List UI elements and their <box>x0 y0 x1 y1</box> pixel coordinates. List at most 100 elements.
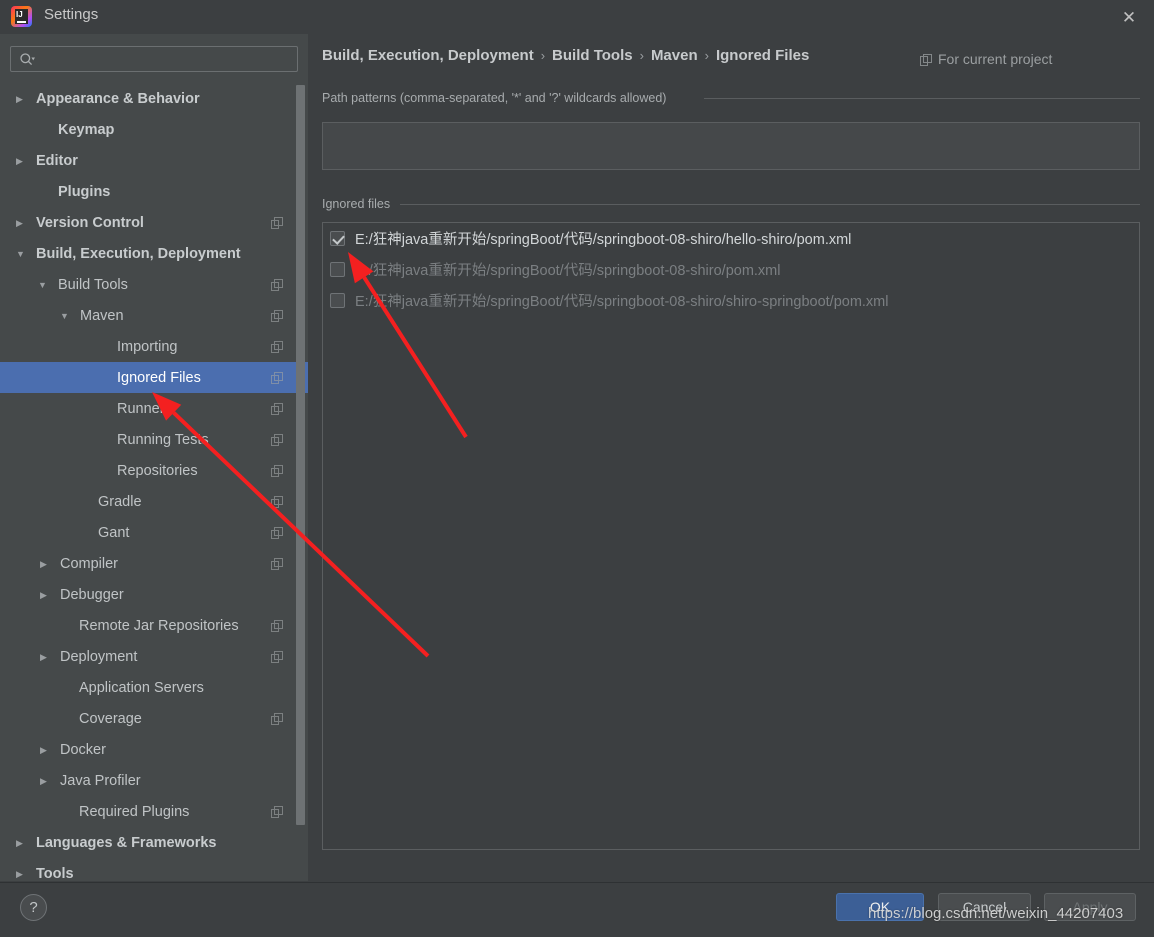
config-scope-icon <box>271 526 283 539</box>
chevron-right-icon[interactable]: ▶ <box>40 558 52 570</box>
config-scope-icon <box>271 805 283 818</box>
watermark-text: https://blog.csdn.net/weixin_44207403 <box>868 905 1124 922</box>
sidebar-item-runner[interactable]: Runner <box>0 393 308 424</box>
config-scope-icon <box>271 495 283 508</box>
ignored-files-list[interactable]: E:/狂神java重新开始/springBoot/代码/springboot-0… <box>322 222 1140 850</box>
title-bar: IJ Settings ✕ <box>0 0 1154 34</box>
breadcrumb-part[interactable]: Build, Execution, Deployment <box>322 47 534 64</box>
sidebar-item-label: Docker <box>60 741 106 758</box>
path-patterns-input[interactable] <box>322 122 1140 170</box>
sidebar-item-label: Gant <box>98 524 130 541</box>
sidebar-item-docker[interactable]: ▶ Docker <box>0 734 308 765</box>
sidebar-item-build-tools[interactable]: ▼ Build Tools <box>0 269 308 300</box>
settings-sidebar: ▶ Appearance & Behavior Keymap ▶ Editor Plugi… <box>0 34 308 881</box>
sidebar-item-label: Version Control <box>36 214 144 231</box>
sidebar-item-label: Repositories <box>117 462 198 479</box>
sidebar-item-languages-frameworks[interactable]: ▶ Languages & Frameworks <box>0 827 308 858</box>
sidebar-item-running-tests[interactable]: Running Tests <box>0 424 308 455</box>
sidebar-item-label: Ignored Files <box>117 369 201 386</box>
sidebar-item-label: Maven <box>80 307 124 324</box>
config-scope-icon <box>271 712 283 725</box>
chevron-right-icon[interactable]: ▶ <box>16 93 28 105</box>
config-scope-icon <box>271 340 283 353</box>
sidebar-item-java-profiler[interactable]: ▶ Java Profiler <box>0 765 308 796</box>
sidebar-item-maven[interactable]: ▼ Maven <box>0 300 308 331</box>
sidebar-item-label: Running Tests <box>117 431 209 448</box>
sidebar-item-gant[interactable]: Gant <box>0 517 308 548</box>
sidebar-item-label: Runner <box>117 400 165 417</box>
sidebar-item-label: Deployment <box>60 648 138 665</box>
intellij-idea-logo-icon: IJ <box>11 6 32 27</box>
breadcrumb-part[interactable]: Build Tools <box>552 47 633 64</box>
ignored-files-rule <box>400 204 1140 205</box>
sidebar-item-keymap[interactable]: Keymap <box>0 114 308 145</box>
ignored-file-path: E:/狂神java重新开始/springBoot/代码/springboot-0… <box>355 232 852 248</box>
sidebar-item-deployment[interactable]: ▶ Deployment <box>0 641 308 672</box>
breadcrumb-part[interactable]: Maven <box>651 47 698 64</box>
sidebar-item-build-execution-deployment[interactable]: ▼ Build, Execution, Deployment <box>0 238 308 269</box>
breadcrumb-part[interactable]: Ignored Files <box>716 47 809 64</box>
chevron-right-icon[interactable]: ▶ <box>16 837 28 849</box>
close-icon[interactable]: ✕ <box>1118 7 1140 27</box>
sidebar-item-tools[interactable]: ▶ Tools <box>0 858 308 882</box>
sidebar-item-label: Java Profiler <box>60 772 141 789</box>
sidebar-item-label: Tools <box>36 865 74 882</box>
sidebar-item-compiler[interactable]: ▶ Compiler <box>0 548 308 579</box>
config-scope-icon <box>271 371 283 384</box>
chevron-right-icon[interactable]: ▶ <box>40 589 52 601</box>
for-current-project-text: For current project <box>938 51 1053 67</box>
chevron-right-icon[interactable]: ▶ <box>16 868 28 880</box>
sidebar-item-remote-jar-repositories[interactable]: Remote Jar Repositories <box>0 610 308 641</box>
chevron-right-icon[interactable]: ▶ <box>40 744 52 756</box>
sidebar-item-ignored-files[interactable]: Ignored Files <box>0 362 308 393</box>
sidebar-item-repositories[interactable]: Repositories <box>0 455 308 486</box>
config-scope-icon <box>271 433 283 446</box>
chevron-right-icon[interactable]: ▶ <box>40 651 52 663</box>
sidebar-item-appearance-behavior[interactable]: ▶ Appearance & Behavior <box>0 83 308 114</box>
sidebar-item-label: Languages & Frameworks <box>36 834 217 851</box>
sidebar-item-application-servers[interactable]: Application Servers <box>0 672 308 703</box>
sidebar-item-coverage[interactable]: Coverage <box>0 703 308 734</box>
sidebar-item-label: Keymap <box>58 121 115 138</box>
ignored-files-group-label: Ignored files <box>322 197 399 211</box>
ignored-file-checkbox[interactable] <box>330 293 345 308</box>
breadcrumb-separator: › <box>704 48 709 63</box>
sidebar-item-label: Editor <box>36 152 78 169</box>
sidebar-item-importing[interactable]: Importing <box>0 331 308 362</box>
search-input[interactable] <box>41 47 291 71</box>
sidebar-item-plugins[interactable]: Plugins <box>0 176 308 207</box>
sidebar-item-required-plugins[interactable]: Required Plugins <box>0 796 308 827</box>
project-config-icon <box>920 53 932 66</box>
sidebar-item-gradle[interactable]: Gradle <box>0 486 308 517</box>
sidebar-scrollbar-thumb[interactable] <box>296 85 305 825</box>
for-current-project-label: For current project <box>920 51 1052 67</box>
path-patterns-group-label: Path patterns (comma-separated, '*' and … <box>322 91 675 105</box>
chevron-right-icon[interactable]: ▶ <box>40 775 52 787</box>
ignored-file-checkbox[interactable] <box>330 231 345 246</box>
ignored-file-row[interactable]: E:/狂神java重新开始/springBoot/代码/springboot-0… <box>323 285 1139 316</box>
sidebar-item-label: Importing <box>117 338 178 355</box>
sidebar-item-version-control[interactable]: ▶ Version Control <box>0 207 308 238</box>
config-scope-icon <box>271 309 283 322</box>
sidebar-item-label: Appearance & Behavior <box>36 90 200 107</box>
search-icon <box>19 52 35 68</box>
ignored-file-checkbox[interactable] <box>330 262 345 277</box>
sidebar-item-editor[interactable]: ▶ Editor <box>0 145 308 176</box>
chevron-down-icon[interactable]: ▼ <box>16 248 28 260</box>
help-button[interactable]: ? <box>20 894 47 921</box>
sidebar-item-label: Build, Execution, Deployment <box>36 245 241 262</box>
config-scope-icon <box>271 619 283 632</box>
sidebar-item-label: Gradle <box>98 493 142 510</box>
sidebar-item-debugger[interactable]: ▶ Debugger <box>0 579 308 610</box>
settings-tree: ▶ Appearance & Behavior Keymap ▶ Editor Plugi… <box>0 83 308 881</box>
chevron-right-icon[interactable]: ▶ <box>16 155 28 167</box>
chevron-down-icon[interactable]: ▼ <box>60 310 72 322</box>
chevron-down-icon[interactable]: ▼ <box>38 279 50 291</box>
sidebar-item-label: Debugger <box>60 586 124 603</box>
ignored-file-row[interactable]: E:/狂神java重新开始/springBoot/代码/springboot-0… <box>323 223 1139 254</box>
sidebar-item-label: Application Servers <box>79 679 204 696</box>
chevron-right-icon[interactable]: ▶ <box>16 217 28 229</box>
config-scope-icon <box>271 650 283 663</box>
ignored-file-row[interactable]: E:/狂神java重新开始/springBoot/代码/springboot-0… <box>323 254 1139 285</box>
search-field[interactable] <box>10 46 298 72</box>
